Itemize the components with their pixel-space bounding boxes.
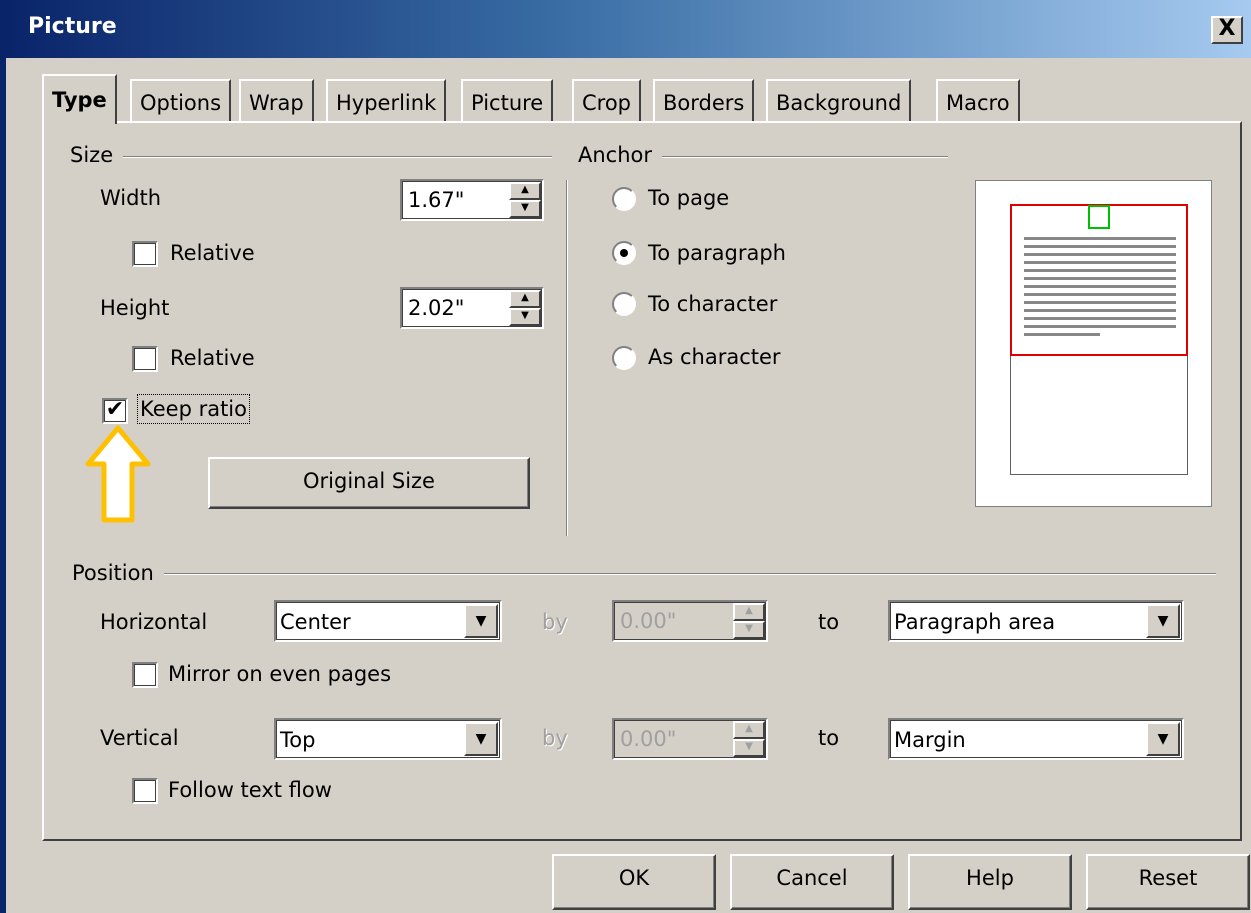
to-paragraph-label[interactable]: To paragraph: [648, 241, 786, 265]
height-increment-button[interactable]: ▲: [509, 290, 541, 308]
horizontal-by-value: 0.00": [620, 609, 677, 633]
tab-hyperlink[interactable]: Hyperlink: [326, 79, 447, 121]
chevron-down-icon[interactable]: ▼: [1146, 604, 1180, 638]
height-value: 2.02": [408, 296, 465, 320]
original-size-label: Original Size: [303, 469, 435, 493]
chevron-down-icon[interactable]: ▼: [464, 604, 498, 638]
dialog-title: Picture: [28, 14, 117, 39]
vertical-to-value: Margin: [894, 728, 966, 752]
horizontal-to-value: Paragraph area: [894, 610, 1056, 634]
horizontal-by-decrement-button[interactable]: ▼: [733, 621, 765, 639]
tab-background[interactable]: Background: [766, 79, 912, 121]
height-spin-buttons: ▲ ▼: [509, 290, 541, 326]
horizontal-by-spin-buttons: ▲ ▼: [733, 603, 765, 639]
group-separator: [566, 180, 568, 536]
width-relative-checkbox[interactable]: [132, 241, 158, 267]
picture-dialog: Picture X Type Options Wrap Hyperlink Pi…: [0, 0, 1251, 913]
vertical-label: Vertical: [100, 726, 179, 750]
title-bar[interactable]: Picture X: [6, 0, 1251, 58]
preview-picture: [1088, 205, 1110, 229]
vertical-to-label: to: [818, 726, 840, 750]
reset-button[interactable]: Reset: [1086, 854, 1250, 910]
keep-ratio-label[interactable]: Keep ratio: [137, 394, 250, 424]
horizontal-by-label: by: [542, 610, 568, 634]
tab-picture[interactable]: Picture: [461, 79, 554, 121]
follow-text-flow-checkbox[interactable]: [132, 778, 158, 804]
anchor-group-label: Anchor: [578, 143, 663, 167]
tab-crop[interactable]: Crop: [572, 79, 642, 121]
tab-borders[interactable]: Borders: [653, 79, 755, 121]
vertical-by-decrement-button[interactable]: ▼: [733, 739, 765, 757]
reset-label: Reset: [1138, 866, 1198, 890]
original-size-button[interactable]: Original Size: [208, 457, 530, 509]
tab-options[interactable]: Options: [130, 79, 232, 121]
vertical-by-label: by: [542, 726, 568, 750]
chevron-down-icon[interactable]: ▼: [1146, 722, 1180, 756]
vertical-select[interactable]: Top ▼: [274, 718, 502, 760]
tab-macro[interactable]: Macro: [936, 79, 1020, 121]
width-spin-buttons: ▲ ▼: [509, 182, 541, 218]
mirror-even-pages-checkbox[interactable]: [132, 662, 158, 688]
width-label: Width: [100, 186, 162, 210]
horizontal-value: Center: [280, 610, 351, 634]
radio-to-page[interactable]: [612, 187, 636, 211]
height-decrement-button[interactable]: ▼: [509, 308, 541, 326]
help-label: Help: [966, 866, 1014, 890]
height-relative-label[interactable]: Relative: [170, 346, 255, 370]
width-relative-label[interactable]: Relative: [170, 241, 255, 265]
height-relative-checkbox[interactable]: [132, 346, 158, 372]
chevron-down-icon[interactable]: ▼: [464, 722, 498, 756]
tab-wrap[interactable]: Wrap: [239, 79, 314, 121]
preview-text-lines: [1024, 237, 1176, 341]
size-group-label: Size: [70, 143, 124, 167]
vertical-by-increment-button[interactable]: ▲: [733, 721, 765, 739]
follow-text-flow-label[interactable]: Follow text flow: [168, 778, 332, 802]
horizontal-to-label: to: [818, 610, 840, 634]
radio-to-paragraph[interactable]: [612, 241, 636, 265]
horizontal-select[interactable]: Center ▼: [274, 600, 502, 642]
ok-button[interactable]: OK: [552, 854, 716, 910]
tab-type[interactable]: Type: [42, 74, 117, 124]
height-spinbox[interactable]: 2.02" ▲ ▼: [400, 287, 544, 329]
width-value: 1.67": [408, 188, 465, 212]
cancel-label: Cancel: [776, 866, 848, 890]
to-page-label[interactable]: To page: [648, 186, 729, 210]
position-group-line: [74, 573, 1216, 575]
height-label: Height: [100, 296, 170, 320]
annotation-arrow-icon: [85, 425, 151, 523]
to-character-label[interactable]: To character: [648, 292, 777, 316]
vertical-value: Top: [280, 728, 316, 752]
help-button[interactable]: Help: [908, 854, 1072, 910]
as-character-label[interactable]: As character: [648, 345, 781, 369]
vertical-by-spinbox[interactable]: 0.00" ▲ ▼: [612, 718, 768, 760]
anchor-preview: [975, 180, 1212, 507]
radio-selected-dot: [620, 249, 628, 257]
vertical-to-select[interactable]: Margin ▼: [888, 718, 1184, 760]
vertical-by-value: 0.00": [620, 727, 677, 751]
width-spinbox[interactable]: 1.67" ▲ ▼: [400, 179, 544, 221]
horizontal-by-spinbox[interactable]: 0.00" ▲ ▼: [612, 600, 768, 642]
radio-to-character[interactable]: [612, 292, 636, 316]
size-group-line: [74, 156, 552, 158]
vertical-by-spin-buttons: ▲ ▼: [733, 721, 765, 757]
position-group-label: Position: [72, 561, 164, 585]
horizontal-label: Horizontal: [100, 610, 208, 634]
close-button[interactable]: X: [1211, 16, 1243, 44]
ok-label: OK: [618, 866, 650, 890]
width-increment-button[interactable]: ▲: [509, 182, 541, 200]
width-decrement-button[interactable]: ▼: [509, 200, 541, 218]
horizontal-by-increment-button[interactable]: ▲: [733, 603, 765, 621]
mirror-even-pages-label[interactable]: Mirror on even pages: [168, 662, 391, 686]
radio-as-character[interactable]: [612, 346, 636, 370]
cancel-button[interactable]: Cancel: [730, 854, 894, 910]
keep-ratio-checkbox[interactable]: ✔: [102, 398, 128, 424]
horizontal-to-select[interactable]: Paragraph area ▼: [888, 600, 1184, 642]
